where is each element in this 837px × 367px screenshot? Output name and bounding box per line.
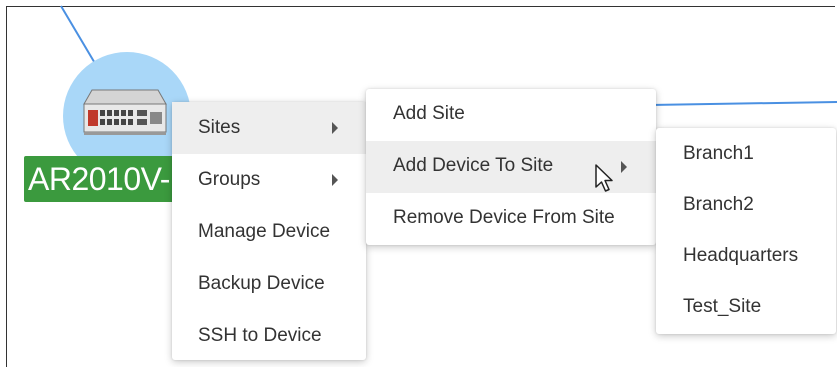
menu-item-label: Remove Device From Site bbox=[393, 207, 615, 228]
menu-item-remove-device-from-site[interactable]: Remove Device From Site bbox=[366, 193, 656, 245]
menu-item-label: Headquarters bbox=[683, 245, 799, 266]
menu-item-add-site[interactable]: Add Site bbox=[366, 89, 656, 141]
menu-item-label: Test_Site bbox=[683, 296, 762, 317]
menu-item-sites[interactable]: Sites bbox=[172, 102, 366, 154]
submenu-arrow-icon bbox=[332, 154, 342, 206]
device-label[interactable]: AR2010V- bbox=[24, 156, 184, 202]
menu-item-label: Branch2 bbox=[683, 194, 754, 215]
menu-item-label: Add Site bbox=[393, 103, 465, 124]
topology-link-line bbox=[649, 101, 837, 106]
router-icon[interactable] bbox=[82, 88, 168, 136]
menu-item-label: Backup Device bbox=[198, 273, 325, 294]
menu-item-backup-device[interactable]: Backup Device bbox=[172, 258, 366, 310]
device-context-menu: Sites Groups Manage Device Backup Device… bbox=[172, 102, 366, 360]
mouse-pointer-icon bbox=[595, 164, 613, 192]
menu-item-label: Groups bbox=[198, 169, 261, 190]
menu-item-label: Branch1 bbox=[683, 143, 754, 164]
menu-item-label: Sites bbox=[198, 117, 241, 138]
site-list-submenu: Branch1 Branch2 Headquarters Test_Site bbox=[656, 128, 836, 334]
menu-item-groups[interactable]: Groups bbox=[172, 154, 366, 206]
menu-item-site-test-site[interactable]: Test_Site bbox=[656, 281, 836, 332]
menu-item-site-headquarters[interactable]: Headquarters bbox=[656, 230, 836, 281]
menu-item-ssh-to-device[interactable]: SSH to Device bbox=[172, 310, 366, 362]
menu-item-site-branch1[interactable]: Branch1 bbox=[656, 128, 836, 179]
submenu-arrow-icon bbox=[332, 102, 342, 154]
menu-item-manage-device[interactable]: Manage Device bbox=[172, 206, 366, 258]
menu-item-label: SSH to Device bbox=[198, 325, 322, 346]
submenu-arrow-icon bbox=[621, 141, 631, 193]
menu-item-label: Add Device To Site bbox=[393, 155, 554, 176]
menu-item-label: Manage Device bbox=[198, 221, 331, 242]
menu-item-site-branch2[interactable]: Branch2 bbox=[656, 179, 836, 230]
